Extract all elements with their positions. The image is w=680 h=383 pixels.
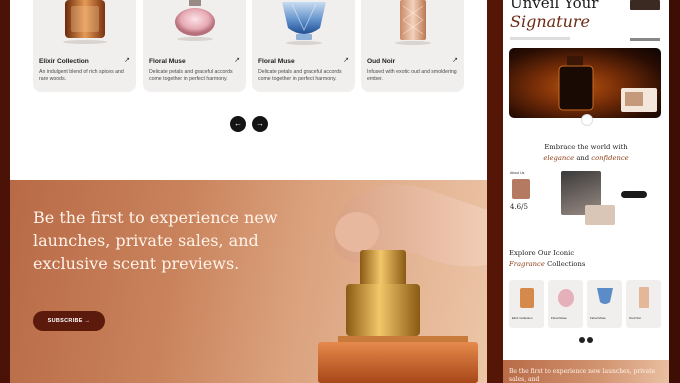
hero-subtitle: Signature bbox=[510, 12, 591, 31]
link-placeholder[interactable] bbox=[630, 38, 660, 41]
main-page: Elixir Collection ↗ An indulgent blend o… bbox=[10, 0, 487, 383]
mini-banner-text: Be the first to experience new launches,… bbox=[509, 368, 656, 383]
product-name: Elixir Collection bbox=[39, 58, 89, 65]
banner-headline: Be the first to experience new launches,… bbox=[33, 208, 278, 274]
carousel-prev-button[interactable]: ← bbox=[230, 116, 246, 132]
perfume-bottle-icon bbox=[557, 289, 574, 307]
about-heading: Embrace the world with elegance and conf… bbox=[503, 142, 669, 163]
about-photo bbox=[512, 179, 530, 199]
about-label: About Us bbox=[510, 171, 525, 175]
arrow-right-icon: → bbox=[84, 318, 91, 324]
perfume-bottle-icon bbox=[519, 288, 534, 308]
mini-newsletter-banner: Be the first to experience new launches,… bbox=[503, 360, 669, 383]
embrace-em2: confidence bbox=[591, 153, 629, 162]
explore-line1: Explore Our Iconic bbox=[509, 249, 575, 257]
explore-rest: Collections bbox=[547, 259, 586, 268]
product-name: Floral Muse bbox=[258, 58, 295, 65]
product-image bbox=[361, 0, 464, 46]
about-product-image bbox=[585, 205, 615, 225]
explore-em: Fragrance bbox=[509, 259, 545, 268]
collection-heading: Explore Our Iconic Fragrance Collections bbox=[509, 248, 585, 270]
perfume-bottle-icon bbox=[558, 56, 657, 112]
mini-product-card[interactable]: Elixir Collection bbox=[509, 280, 544, 328]
perfume-bottle-icon bbox=[596, 288, 613, 304]
embrace-prefix: Embrace the world with bbox=[544, 143, 628, 151]
open-arrow-icon[interactable]: ↗ bbox=[234, 56, 240, 64]
text-placeholder bbox=[510, 37, 570, 40]
hero-image bbox=[509, 48, 661, 118]
product-card[interactable]: Oud Noir ↗ Infused with exotic oud and s… bbox=[361, 0, 464, 92]
open-arrow-icon[interactable]: ↗ bbox=[452, 56, 458, 64]
open-arrow-icon[interactable]: ↗ bbox=[124, 56, 130, 64]
mini-product-name: Oud Noir bbox=[629, 316, 642, 320]
carousel-next-button[interactable]: → bbox=[252, 116, 268, 132]
mini-carousel-next[interactable] bbox=[587, 337, 593, 343]
mini-product-name: Floral Muse bbox=[551, 316, 567, 320]
product-image bbox=[33, 0, 136, 46]
perfume-bottle-icon bbox=[281, 2, 326, 45]
subscribe-label: SUBSCRIBE bbox=[47, 318, 83, 324]
perfume-bottle-icon bbox=[394, 0, 431, 45]
mini-product-name: Elixir Collection bbox=[512, 316, 533, 320]
product-name: Floral Muse bbox=[149, 58, 186, 65]
thumbnail-image bbox=[630, 0, 660, 10]
newsletter-banner: Be the first to experience new launches,… bbox=[10, 180, 487, 383]
mini-product-card[interactable]: Oud Noir bbox=[626, 280, 661, 328]
embrace-em1: elegance bbox=[543, 153, 575, 162]
rating-value: 4.6/5 bbox=[510, 203, 528, 211]
product-image bbox=[143, 0, 246, 46]
perfume-bottle-icon bbox=[62, 0, 107, 44]
mini-product-card[interactable]: Floral Muse bbox=[548, 280, 583, 328]
product-description: Delicate petals and graceful accords com… bbox=[258, 69, 342, 83]
hero-title: Unveil Your bbox=[510, 0, 599, 12]
product-card[interactable]: Floral Muse ↗ Delicate petals and gracef… bbox=[252, 0, 355, 92]
page-preview: Unveil Your Signature Embrace the world … bbox=[503, 0, 669, 383]
about-button[interactable] bbox=[621, 191, 647, 198]
mini-product-card[interactable]: Floral Muse bbox=[587, 280, 622, 328]
scroll-down-button[interactable] bbox=[581, 114, 593, 126]
perfume-bottle-icon bbox=[638, 287, 649, 308]
product-card[interactable]: Elixir Collection ↗ An indulgent blend o… bbox=[33, 0, 136, 92]
perfume-bottle-icon bbox=[174, 0, 215, 41]
open-arrow-icon[interactable]: ↗ bbox=[343, 56, 349, 64]
mini-product-name: Floral Muse bbox=[590, 316, 606, 320]
subscribe-button[interactable]: SUBSCRIBE → bbox=[33, 311, 105, 331]
product-description: Delicate petals and graceful accords com… bbox=[149, 69, 233, 83]
product-image bbox=[252, 0, 355, 46]
product-name: Oud Noir bbox=[367, 58, 396, 65]
mini-carousel-prev[interactable] bbox=[579, 337, 585, 343]
embrace-and: and bbox=[576, 153, 590, 162]
product-card[interactable]: Floral Muse ↗ Delicate petals and gracef… bbox=[143, 0, 246, 92]
product-description: An indulgent blend of rich spices and ra… bbox=[39, 69, 124, 83]
product-description: Infused with exotic oud and smoldering e… bbox=[367, 69, 457, 83]
